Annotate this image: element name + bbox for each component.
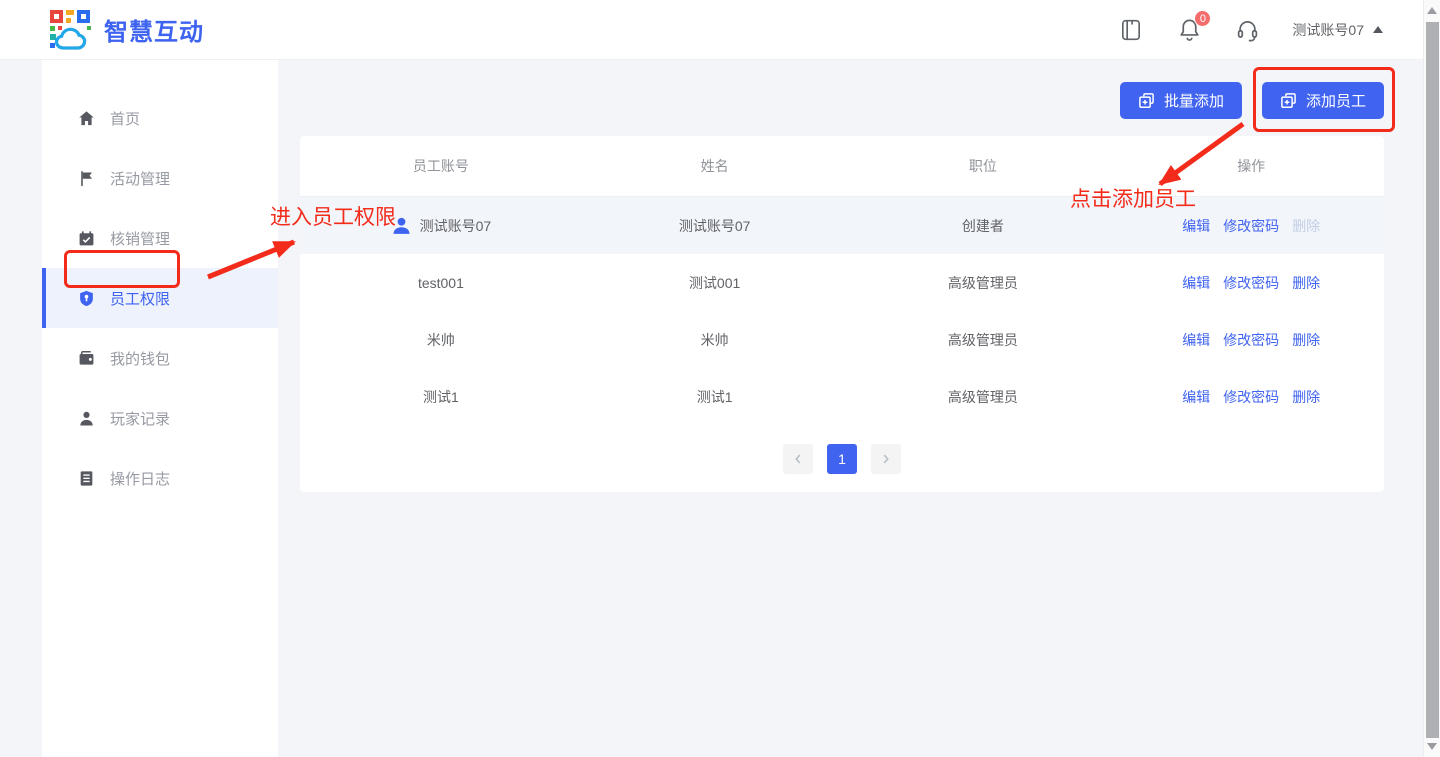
person-icon xyxy=(78,410,95,427)
column-header-account: 员工账号 xyxy=(300,156,582,176)
brand-title: 智慧互动 xyxy=(104,12,204,47)
delete-link[interactable]: 删除 xyxy=(1292,387,1320,407)
cell-name: 米帅 xyxy=(582,330,848,350)
notification-badge: 0 xyxy=(1194,10,1211,27)
table-row: test001 测试001 高级管理员 编辑 修改密码 删除 xyxy=(300,254,1384,311)
sidebar-item-home[interactable]: 首页 xyxy=(42,88,278,148)
cell-name: 测试001 xyxy=(582,273,848,293)
notifications-button[interactable]: 0 xyxy=(1176,17,1202,43)
delete-link[interactable]: 删除 xyxy=(1292,273,1320,293)
shield-icon xyxy=(78,290,95,307)
user-name: 测试账号07 xyxy=(1292,20,1364,40)
change-password-link[interactable]: 修改密码 xyxy=(1223,273,1279,293)
prev-page-button[interactable] xyxy=(783,444,813,474)
table-row: 测试账号07 测试账号07 创建者 编辑 修改密码 删除 xyxy=(300,197,1384,254)
table-row: 米帅 米帅 高级管理员 编辑 修改密码 删除 xyxy=(300,311,1384,368)
sidebar: 首页 活动管理 核销管理 员工权限 xyxy=(42,60,278,757)
batch-add-label: 批量添加 xyxy=(1164,90,1224,111)
vertical-scrollbar xyxy=(1423,0,1440,757)
add-employee-button[interactable]: 添加员工 xyxy=(1262,82,1384,119)
wallet-icon xyxy=(78,350,95,367)
page-number-button[interactable]: 1 xyxy=(827,444,857,474)
edit-link[interactable]: 编辑 xyxy=(1182,330,1210,350)
chevron-up-icon xyxy=(1373,26,1383,33)
sidebar-item-label: 核销管理 xyxy=(110,228,170,249)
user-menu[interactable]: 测试账号07 xyxy=(1292,20,1383,40)
user-avatar-icon xyxy=(391,215,412,236)
edit-link[interactable]: 编辑 xyxy=(1182,387,1210,407)
cell-position: 高级管理员 xyxy=(847,330,1118,350)
support-button[interactable] xyxy=(1234,17,1260,43)
next-page-button[interactable] xyxy=(871,444,901,474)
scroll-down-arrow[interactable] xyxy=(1427,743,1437,750)
cell-position: 创建者 xyxy=(847,216,1118,236)
table-row: 测试1 测试1 高级管理员 编辑 修改密码 删除 xyxy=(300,368,1384,425)
cell-account: 测试账号07 xyxy=(420,216,492,236)
column-header-position: 职位 xyxy=(847,156,1118,176)
edit-link[interactable]: 编辑 xyxy=(1182,216,1210,236)
cell-position: 高级管理员 xyxy=(847,273,1118,293)
book-icon xyxy=(1119,18,1143,42)
edit-link[interactable]: 编辑 xyxy=(1182,273,1210,293)
cell-account: 米帅 xyxy=(300,330,582,350)
sidebar-item-verification[interactable]: 核销管理 xyxy=(42,208,278,268)
flag-icon xyxy=(78,170,95,187)
add-employee-label: 添加员工 xyxy=(1306,90,1366,111)
batch-add-button[interactable]: 批量添加 xyxy=(1120,82,1242,119)
delete-link-disabled: 删除 xyxy=(1292,216,1320,236)
table-header-row: 员工账号 姓名 职位 操作 xyxy=(300,136,1384,197)
headset-icon xyxy=(1235,17,1260,42)
copy-plus-icon xyxy=(1138,92,1155,109)
copy-plus-icon xyxy=(1280,92,1297,109)
cell-account: test001 xyxy=(300,275,582,291)
column-header-name: 姓名 xyxy=(582,156,848,176)
sidebar-item-operation-logs[interactable]: 操作日志 xyxy=(42,448,278,508)
sidebar-item-activities[interactable]: 活动管理 xyxy=(42,148,278,208)
change-password-link[interactable]: 修改密码 xyxy=(1223,216,1279,236)
top-bar: 智慧互动 0 xyxy=(0,0,1423,60)
sidebar-item-wallet[interactable]: 我的钱包 xyxy=(42,328,278,388)
cell-name: 测试1 xyxy=(582,387,848,407)
sidebar-item-label: 员工权限 xyxy=(110,288,170,309)
sidebar-item-label: 操作日志 xyxy=(110,468,170,489)
change-password-link[interactable]: 修改密码 xyxy=(1223,387,1279,407)
column-header-actions: 操作 xyxy=(1118,156,1384,176)
scroll-up-arrow[interactable] xyxy=(1427,7,1437,14)
sidebar-item-player-records[interactable]: 玩家记录 xyxy=(42,388,278,448)
brand-logo-icon xyxy=(48,8,94,52)
sidebar-item-label: 活动管理 xyxy=(110,168,170,189)
brand[interactable]: 智慧互动 xyxy=(48,8,204,52)
sidebar-gutter xyxy=(0,60,42,757)
pagination: 1 xyxy=(300,425,1384,492)
cell-name: 测试账号07 xyxy=(582,216,848,236)
calendar-check-icon xyxy=(78,230,95,247)
sidebar-item-label: 我的钱包 xyxy=(110,348,170,369)
employee-table-card: 员工账号 姓名 职位 操作 测试账号07 测试账号07 创建者 编辑 修改密码 xyxy=(300,136,1384,492)
sidebar-item-label: 首页 xyxy=(110,108,140,129)
scrollbar-thumb[interactable] xyxy=(1426,22,1439,738)
delete-link[interactable]: 删除 xyxy=(1292,330,1320,350)
manual-button[interactable] xyxy=(1118,17,1144,43)
sidebar-item-label: 玩家记录 xyxy=(110,408,170,429)
main-content: 批量添加 添加员工 员工账号 姓名 职位 操作 xyxy=(278,60,1423,757)
change-password-link[interactable]: 修改密码 xyxy=(1223,330,1279,350)
home-icon xyxy=(78,110,95,127)
log-icon xyxy=(78,470,95,487)
cell-account: 测试1 xyxy=(300,387,582,407)
cell-position: 高级管理员 xyxy=(847,387,1118,407)
sidebar-item-employee-permissions[interactable]: 员工权限 xyxy=(42,268,278,328)
